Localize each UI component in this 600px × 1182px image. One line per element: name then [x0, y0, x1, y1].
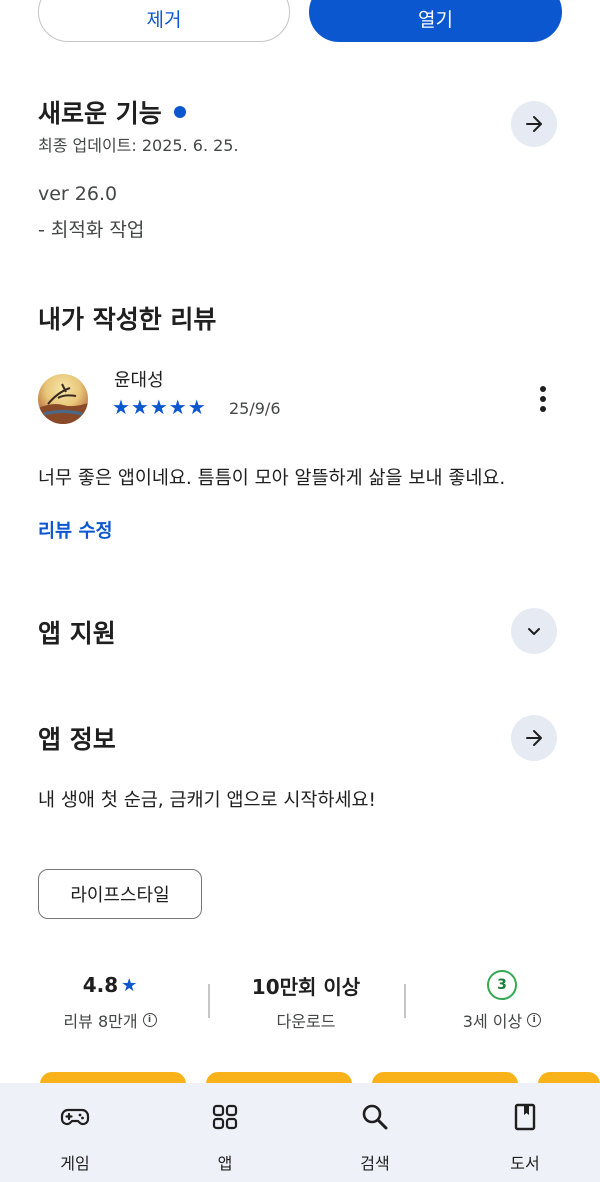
- age-rating-badge: 3: [487, 970, 517, 1000]
- nav-item-games[interactable]: 게임: [0, 1083, 150, 1182]
- rating-value: 4.8: [82, 973, 119, 997]
- app-support-title[interactable]: 앱 지원: [38, 614, 116, 650]
- arrow-right-icon: [526, 116, 542, 132]
- book-icon: [509, 1101, 541, 1133]
- app-description: 내 생애 첫 순금, 금캐기 앱으로 시작하세요!: [38, 790, 376, 811]
- info-icon: i: [142, 1013, 157, 1027]
- apps-grid-icon: [209, 1101, 241, 1133]
- chevron-down-icon: [528, 628, 540, 635]
- install-actions: 제거 열기: [38, 0, 562, 42]
- uninstall-button[interactable]: 제거: [38, 0, 290, 42]
- review-text: 너무 좋은 앱이네요. 틈틈이 모아 알뜰하게 삶을 보내 좋네요.: [38, 468, 506, 489]
- search-icon: [359, 1101, 391, 1133]
- whats-new-arrow-button[interactable]: [511, 101, 557, 147]
- review-stars: ★★★★★: [112, 395, 207, 419]
- nav-label-apps: 앱: [217, 1154, 233, 1173]
- whats-new-title: 새로운 기능: [38, 99, 162, 128]
- last-updated: 최종 업데이트: 2025. 6. 25.: [38, 136, 239, 155]
- age-rating-label: 3세 이상: [462, 1012, 523, 1031]
- downloads-stat: 10만회 이상 다운로드: [208, 970, 404, 1032]
- category-chip[interactable]: 라이프스타일: [38, 869, 202, 919]
- app-info-title[interactable]: 앱 정보: [38, 720, 116, 756]
- app-info-arrow-button[interactable]: [511, 715, 557, 761]
- my-review-title: 내가 작성한 리뷰: [38, 305, 217, 334]
- whats-new-header[interactable]: 새로운 기능: [38, 94, 186, 130]
- reviews-count: 리뷰 8만개: [63, 1012, 138, 1031]
- bottom-navigation: 게임 앱 검색 도서: [0, 1083, 600, 1182]
- more-options-icon[interactable]: [530, 384, 556, 414]
- age-rating-stat[interactable]: 3 3세 이상 i: [404, 970, 600, 1032]
- rating-stat[interactable]: 4.8 ★ 리뷰 8만개 i: [12, 970, 208, 1032]
- nav-label-search: 검색: [360, 1154, 390, 1173]
- review-date: 25/9/6: [229, 399, 281, 418]
- avatar-image: [38, 383, 88, 424]
- nav-label-books: 도서: [510, 1154, 540, 1173]
- nav-item-books[interactable]: 도서: [450, 1083, 600, 1182]
- downloads-value: 10만회 이상: [251, 974, 361, 999]
- version-text: ver 26.0: [38, 183, 118, 205]
- open-button[interactable]: 열기: [309, 0, 562, 42]
- release-notes: - 최적화 작업: [38, 219, 145, 241]
- app-support-expand-button[interactable]: [511, 608, 557, 654]
- avatar: [38, 374, 88, 424]
- nav-item-apps[interactable]: 앱: [150, 1083, 300, 1182]
- new-indicator-dot: [173, 106, 186, 118]
- arrow-right-icon: [526, 730, 542, 746]
- nav-item-search[interactable]: 검색: [300, 1083, 450, 1182]
- downloads-label: 다운로드: [276, 1012, 336, 1031]
- info-icon: i: [527, 1013, 542, 1027]
- reviewer-name: 윤대성: [114, 370, 164, 391]
- edit-review-link[interactable]: 리뷰 수정: [38, 517, 113, 543]
- gamepad-icon: [59, 1101, 91, 1133]
- star-icon: ★: [121, 974, 138, 996]
- nav-label-games: 게임: [60, 1154, 90, 1173]
